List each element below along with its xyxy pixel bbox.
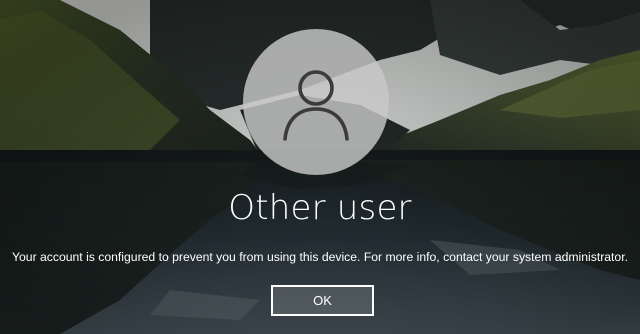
person-icon bbox=[283, 70, 349, 141]
user-avatar bbox=[243, 29, 389, 175]
account-restricted-message: Your account is configured to prevent yo… bbox=[12, 250, 628, 264]
ok-button[interactable]: OK bbox=[271, 285, 374, 316]
username-label: Other user bbox=[228, 188, 412, 228]
ok-button-label: OK bbox=[313, 293, 332, 308]
